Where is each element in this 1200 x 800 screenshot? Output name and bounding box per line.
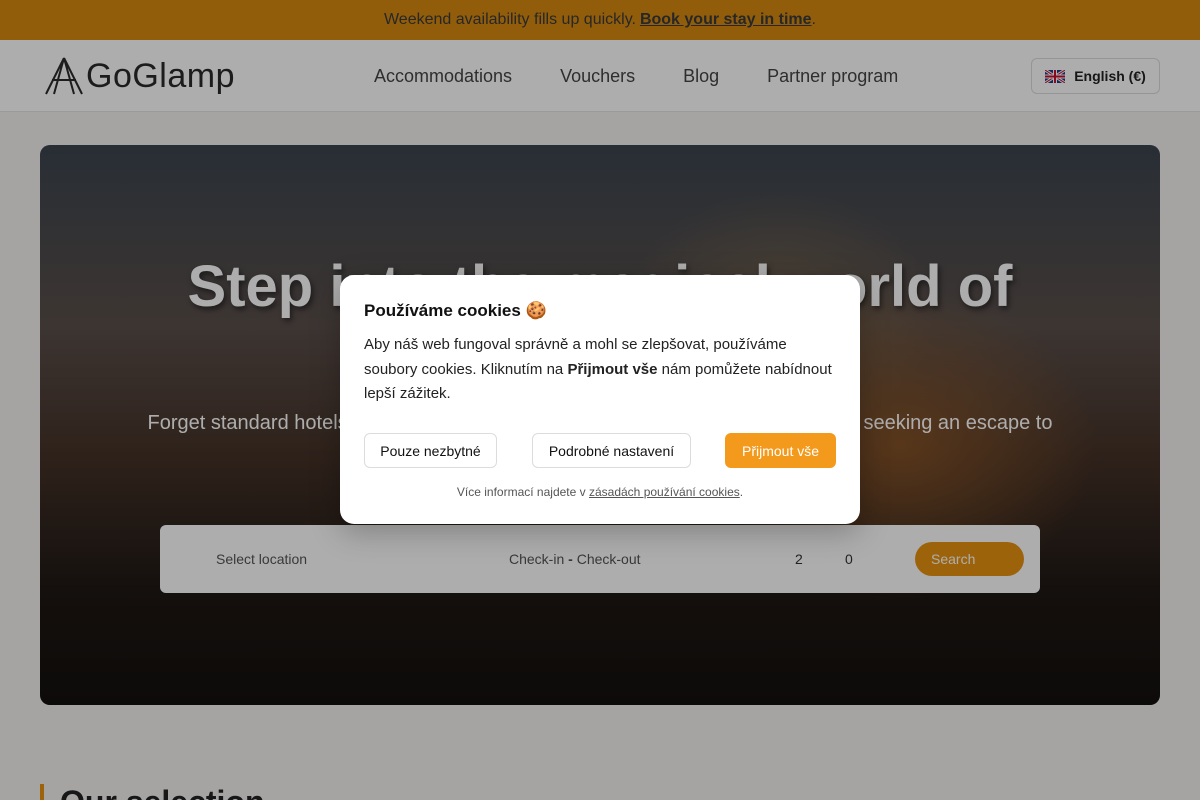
cookie-foot-text: Více informací najdete v xyxy=(456,485,589,499)
cookie-body-bold: Přijmout vše xyxy=(567,360,658,378)
cookie-policy-link[interactable]: zásadách používání cookies xyxy=(589,485,740,499)
cookie-consent-dialog: Používáme cookies 🍪 Aby náš web fungoval… xyxy=(340,275,860,524)
detailed-settings-button[interactable]: Podrobné nastavení xyxy=(532,433,691,468)
cookie-description: Aby náš web fungoval správně a mohl se z… xyxy=(364,333,836,407)
cookie-buttons: Pouze nezbytné Podrobné nastavení Přijmo… xyxy=(364,433,836,468)
accept-all-button[interactable]: Přijmout vše xyxy=(725,433,836,468)
necessary-only-button[interactable]: Pouze nezbytné xyxy=(364,433,497,468)
cookie-title: Používáme cookies 🍪 xyxy=(364,301,547,320)
cookie-foot-tail: . xyxy=(739,485,744,499)
cookie-footer: Více informací najdete v zásadách použív… xyxy=(340,485,860,499)
